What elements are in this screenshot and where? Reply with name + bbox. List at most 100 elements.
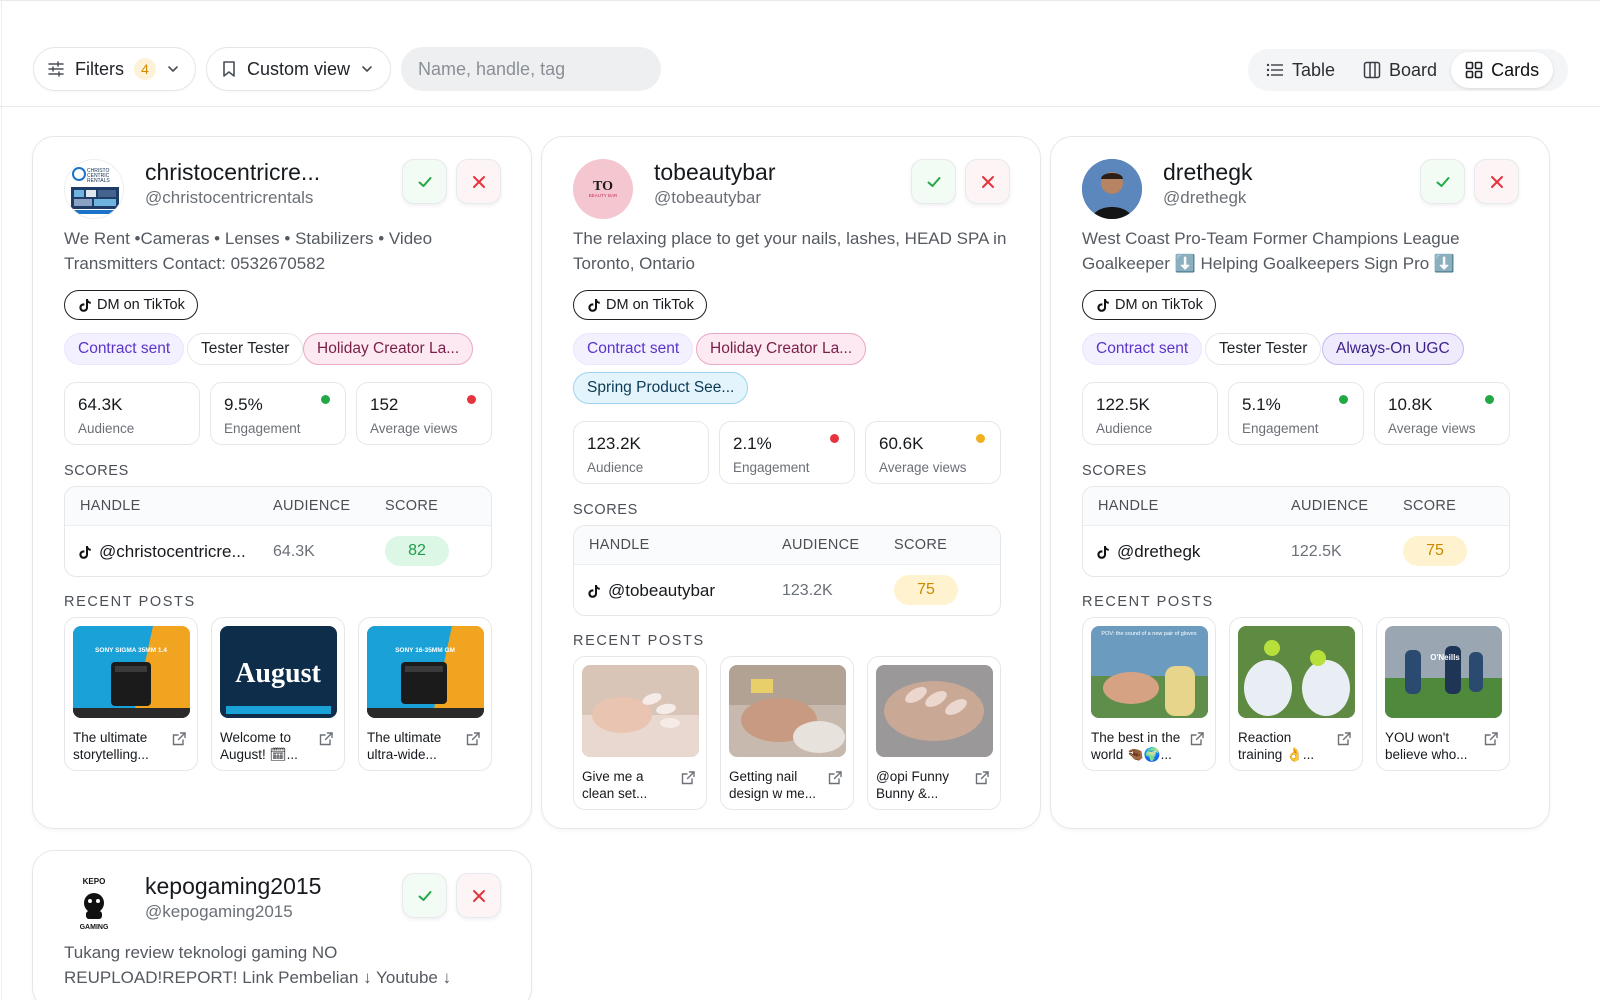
tag[interactable]: Tester Tester [1205, 333, 1322, 365]
thumb-text: August [235, 658, 321, 689]
custom-view-label: Custom view [247, 58, 351, 79]
post-title: The best in the world 🤏🏾🌍... [1091, 730, 1181, 762]
table-header: HANDLE AUDIENCE SCORE [65, 487, 491, 526]
creator-card: TO BEAUTY BAR tobeautybar @tobeautybar T… [541, 136, 1041, 829]
logo-text-bottom: GAMING [80, 924, 109, 931]
metric-engagement: 2.1% Engagement [719, 421, 855, 484]
post-title: The ultimate ultra-wide... [367, 730, 442, 762]
reject-button[interactable] [456, 873, 501, 918]
external-link-icon[interactable] [318, 731, 334, 752]
creator-bio: West Coast Pro-Team Former Champions Lea… [1082, 229, 1460, 273]
post-thumbnail [1238, 626, 1355, 718]
external-link-icon[interactable] [1483, 731, 1499, 752]
view-table-button[interactable]: Table [1252, 52, 1349, 88]
external-link-icon[interactable] [1189, 731, 1205, 752]
scores-heading: SCORES [573, 502, 638, 518]
tag[interactable]: Contract sent [64, 333, 185, 365]
post-thumbnail: POV: the sound of a new pair of gloves [1091, 626, 1208, 718]
metric-audience: 64.3K Audience [64, 382, 200, 445]
metric-label: Average views [1388, 421, 1476, 436]
external-link-icon[interactable] [827, 770, 843, 791]
tiktok-icon [588, 298, 600, 312]
external-link-icon[interactable] [680, 770, 696, 791]
view-board-button[interactable]: Board [1349, 52, 1451, 88]
creator-handle: @tobeautybar [654, 188, 762, 207]
external-link-icon[interactable] [974, 770, 990, 791]
check-icon [925, 173, 943, 191]
dm-tiktok-button[interactable]: DM on TikTok [64, 290, 198, 320]
approve-button[interactable] [402, 159, 447, 204]
external-link-icon[interactable] [1336, 731, 1352, 752]
check-icon [1434, 173, 1452, 191]
recent-posts-heading: RECENT POSTS [1082, 594, 1214, 610]
dm-tiktok-button[interactable]: DM on TikTok [573, 290, 707, 320]
creator-bio: We Rent •Cameras • Lenses • Stabilizers … [64, 229, 433, 273]
post-thumbnail: O'Neills [1385, 626, 1502, 718]
post-card[interactable]: Reaction training 👌... [1229, 617, 1363, 771]
toolbar: Filters 4 Custom view Table Board [0, 0, 1600, 107]
creator-name: kepogaming2015 [145, 873, 322, 899]
post-card[interactable]: August Welcome to August! 🗓... [211, 617, 345, 771]
col-handle: HANDLE [1098, 498, 1159, 514]
reject-button[interactable] [1474, 159, 1519, 204]
post-card[interactable]: SONY 16-35MM GM The ultimate ultra-wide.… [358, 617, 492, 771]
creator-bio: The relaxing place to get your nails, la… [573, 229, 1007, 273]
score-badge: 75 [894, 575, 958, 605]
post-thumbnail [729, 665, 846, 757]
filters-count-badge: 4 [134, 58, 156, 80]
custom-view-button[interactable]: Custom view [206, 47, 391, 91]
post-title: Welcome to August! 🗓... [220, 730, 298, 762]
grid-icon [1465, 61, 1483, 79]
close-icon [471, 174, 487, 190]
tag[interactable]: Always-On UGC [1322, 333, 1464, 365]
reject-button[interactable] [965, 159, 1010, 204]
close-icon [1489, 174, 1505, 190]
metric-avg-views: 60.6K Average views [865, 421, 1001, 484]
post-card[interactable]: O'Neills YOU won't believe who... [1376, 617, 1510, 771]
approve-button[interactable] [1420, 159, 1465, 204]
tiktok-icon [79, 545, 91, 559]
external-link-icon[interactable] [465, 731, 481, 752]
external-link-icon[interactable] [171, 731, 187, 752]
tag[interactable]: Spring Product See... [573, 372, 749, 404]
thumb-text: SONY SIGMA 35MM 1.4 [95, 647, 167, 654]
tiktok-icon [1097, 545, 1109, 559]
post-thumbnail [582, 665, 699, 757]
approve-button[interactable] [911, 159, 956, 204]
metric-label: Engagement [1242, 421, 1319, 436]
status-dot [976, 434, 985, 443]
logo-text-top: KEPO [83, 877, 106, 886]
creator-card: KEPO GAMING kepogaming2015 @kepogaming20… [32, 850, 532, 1000]
metric-label: Audience [1096, 421, 1153, 436]
tiktok-icon [1097, 298, 1109, 312]
tag[interactable]: Contract sent [1082, 333, 1203, 365]
avatar: TO BEAUTY BAR [573, 159, 633, 219]
chevron-down-icon [360, 62, 374, 76]
status-dot [321, 395, 330, 404]
tiktok-icon [588, 584, 600, 598]
reject-button[interactable] [456, 159, 501, 204]
metric-engagement: 5.1% Engagement [1228, 382, 1364, 445]
tag[interactable]: Holiday Creator La... [696, 333, 867, 365]
scores-table: HANDLE AUDIENCE SCORE @christocentricre.… [64, 486, 492, 577]
post-card[interactable]: SONY SIGMA 35MM 1.4 The ultimate storyte… [64, 617, 198, 771]
filters-button[interactable]: Filters 4 [33, 47, 196, 91]
status-dot [830, 434, 839, 443]
tag[interactable]: Contract sent [573, 333, 694, 365]
thumb-text: SONY 16-35MM GM [395, 647, 455, 654]
creator-handle: @kepogaming2015 [145, 902, 293, 921]
thumb-text: O'Neills [1430, 653, 1460, 662]
tag[interactable]: Holiday Creator La... [303, 333, 474, 365]
search-input[interactable] [401, 47, 661, 91]
creator-handle: @christocentricrentals [145, 188, 314, 207]
post-card[interactable]: @opi Funny Bunny &... [867, 656, 1001, 810]
dm-tiktok-button[interactable]: DM on TikTok [1082, 290, 1216, 320]
col-audience: AUDIENCE [273, 498, 351, 514]
post-card[interactable]: Getting nail design w me... [720, 656, 854, 810]
post-card[interactable]: POV: the sound of a new pair of gloves T… [1082, 617, 1216, 771]
metric-value: 152 [370, 395, 399, 414]
post-card[interactable]: Give me a clean set... [573, 656, 707, 810]
approve-button[interactable] [402, 873, 447, 918]
view-cards-button[interactable]: Cards [1451, 52, 1554, 88]
tag[interactable]: Tester Tester [187, 333, 304, 365]
